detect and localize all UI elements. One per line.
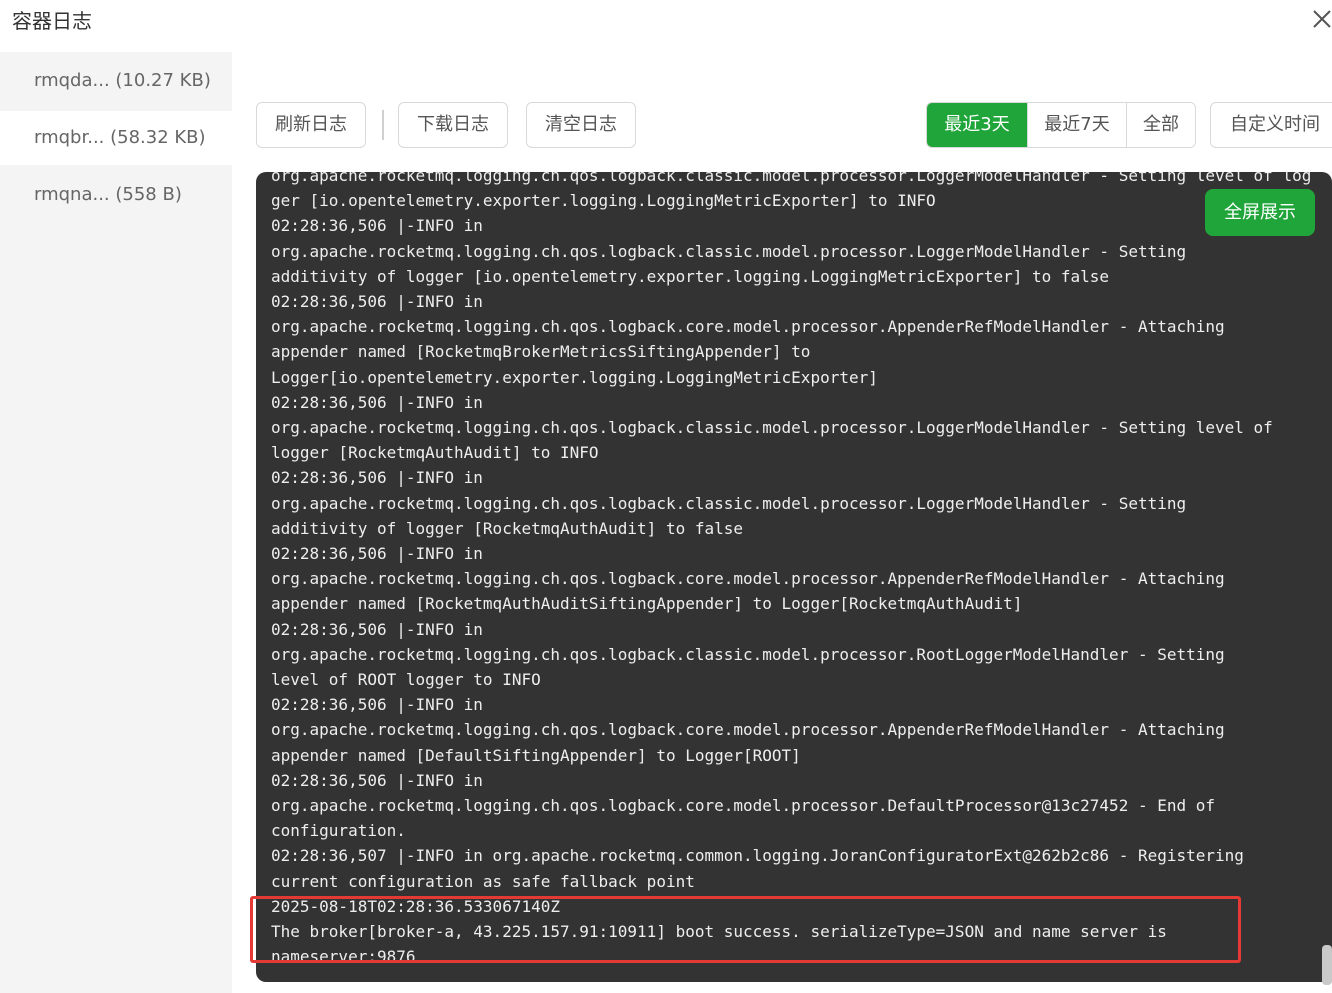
range-last-7-days[interactable]: 最近7天 (1027, 103, 1126, 147)
container-list: rmqda... (10.27 KB) rmqbr... (58.32 KB) … (0, 52, 232, 993)
download-log-button[interactable]: 下载日志 (398, 102, 508, 148)
refresh-log-button[interactable]: 刷新日志 (256, 102, 366, 148)
container-item-rmqdashboard[interactable]: rmqda... (10.27 KB) (0, 54, 232, 108)
container-item-rmqnamesrv[interactable]: rmqna... (558 B) (0, 168, 232, 222)
toolbar-divider (382, 110, 384, 140)
time-range-selector: 最近3天 最近7天 全部 (926, 102, 1196, 148)
fullscreen-button[interactable]: 全屏展示 (1205, 189, 1315, 236)
close-icon[interactable] (1311, 8, 1332, 30)
range-all[interactable]: 全部 (1126, 103, 1195, 147)
custom-time-button[interactable]: 自定义时间 (1210, 102, 1332, 148)
dialog-header: 容器日志 (0, 0, 1332, 52)
log-content: org.apache.rocketmq.logging.ch.qos.logba… (271, 172, 1312, 967)
dialog-title: 容器日志 (12, 9, 92, 33)
log-panel: org.apache.rocketmq.logging.ch.qos.logba… (256, 172, 1332, 982)
range-last-3-days[interactable]: 最近3天 (927, 103, 1027, 147)
log-scrollbar[interactable] (1322, 945, 1332, 985)
clear-log-button[interactable]: 清空日志 (526, 102, 636, 148)
container-item-rmqbroker[interactable]: rmqbr... (58.32 KB) (0, 111, 232, 165)
highlight-box (250, 896, 1241, 963)
